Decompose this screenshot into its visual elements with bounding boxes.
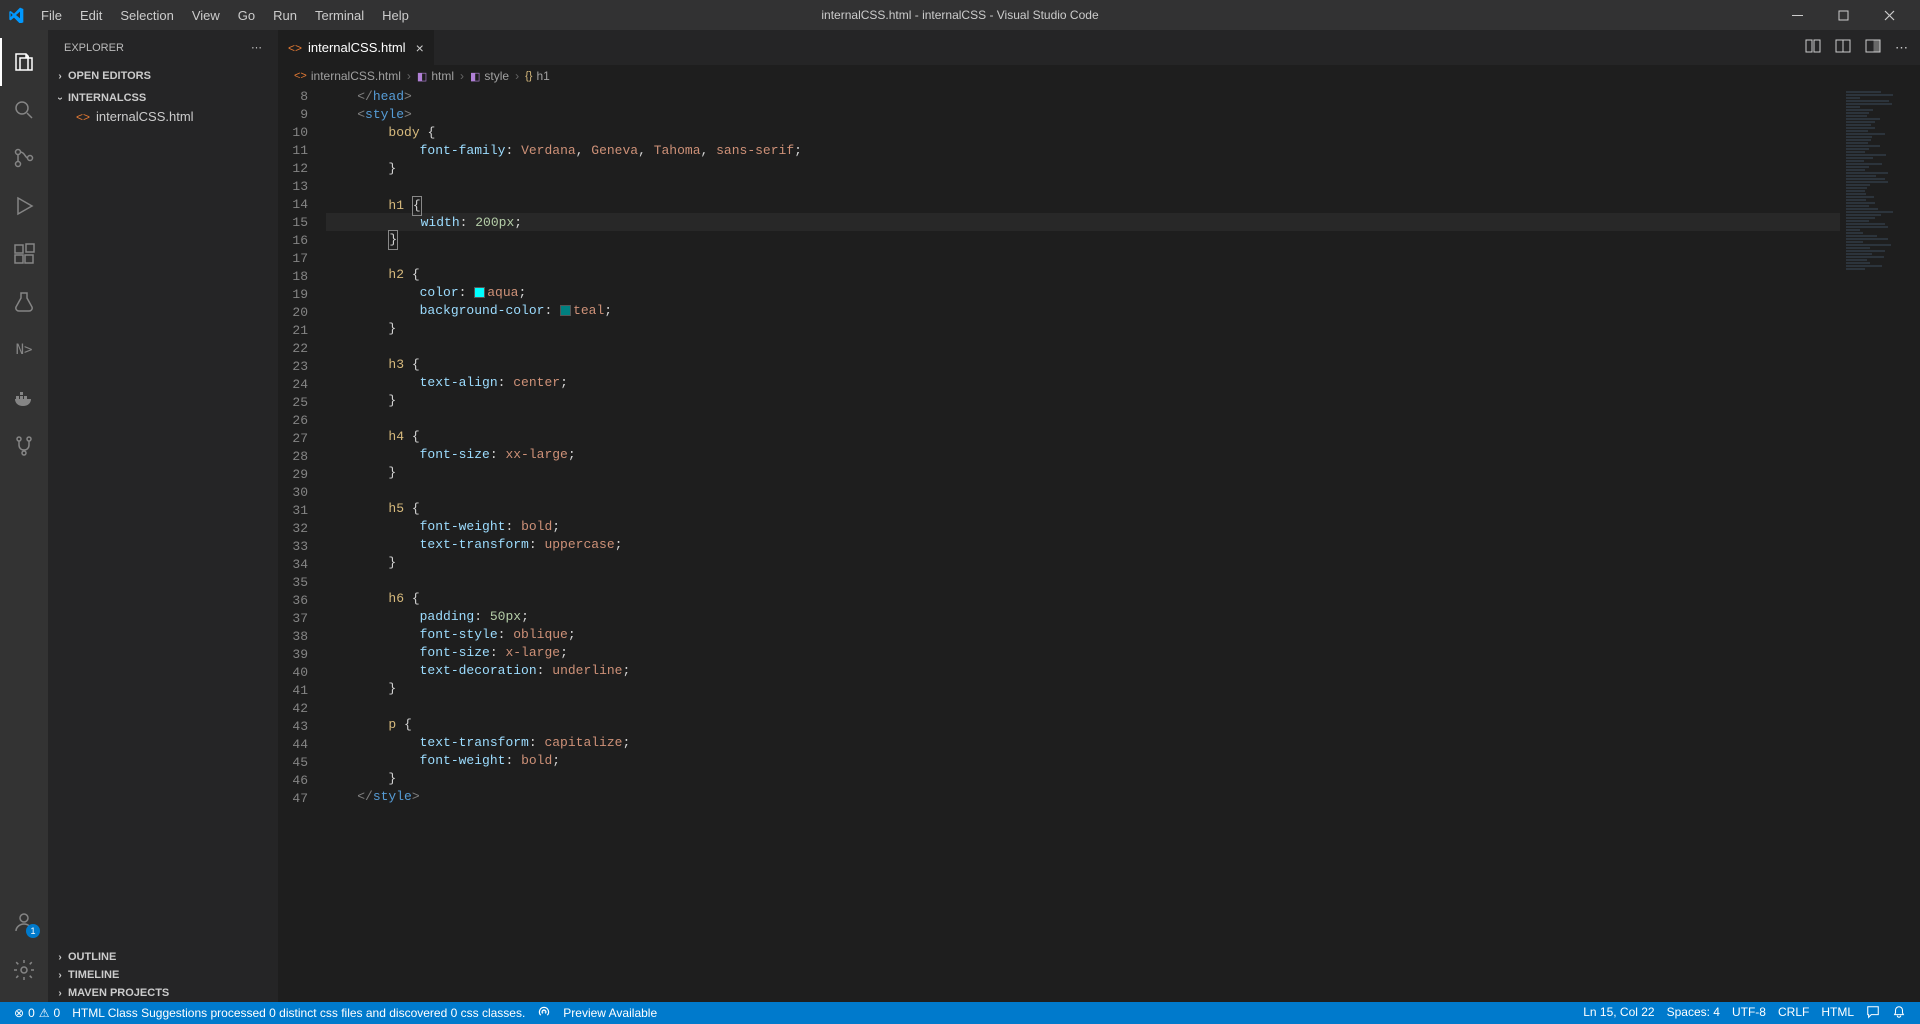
- code-area[interactable]: </head> <style> body { font-family: Verd…: [326, 87, 1840, 1002]
- sidebar: EXPLORER ⋯ › OPEN EDITORS › INTERNALCSS …: [48, 30, 278, 1002]
- chevron-right-icon: ›: [515, 69, 519, 83]
- status-language[interactable]: HTML: [1815, 1005, 1860, 1019]
- status-errors[interactable]: ⊗ 0 ⚠ 0: [8, 1002, 66, 1024]
- minimap[interactable]: [1840, 87, 1920, 1002]
- compare-icon[interactable]: [1805, 38, 1821, 57]
- activity-bar: N> 1: [0, 30, 48, 1002]
- error-icon: ⊗: [14, 1006, 24, 1020]
- menu-file[interactable]: File: [32, 4, 71, 27]
- menu-run[interactable]: Run: [264, 4, 306, 27]
- section-outline[interactable]: › OUTLINE: [48, 948, 278, 966]
- editor-area: <> internalCSS.html × ⋯ <> interna: [278, 30, 1920, 1002]
- status-spaces[interactable]: Spaces: 4: [1661, 1005, 1726, 1019]
- menu-go[interactable]: Go: [229, 4, 264, 27]
- window-controls: [1774, 0, 1912, 30]
- docker-icon[interactable]: [0, 374, 48, 422]
- source-control-icon[interactable]: [0, 134, 48, 182]
- search-icon[interactable]: [0, 86, 48, 134]
- close-icon[interactable]: ×: [416, 40, 424, 56]
- status-bar: ⊗ 0 ⚠ 0 HTML Class Suggestions processed…: [0, 1002, 1920, 1024]
- breadcrumb-item[interactable]: ◧ html: [417, 69, 454, 83]
- vscode-logo-icon: [8, 7, 24, 23]
- file-item[interactable]: <> internalCSS.html: [48, 107, 278, 126]
- breadcrumb-item[interactable]: <> internalCSS.html: [294, 69, 401, 83]
- chevron-right-icon: ›: [52, 988, 68, 999]
- settings-gear-icon[interactable]: [0, 946, 48, 994]
- chevron-right-icon: ›: [460, 69, 464, 83]
- extensions-icon[interactable]: [0, 230, 48, 278]
- chevron-down-icon: ›: [55, 90, 66, 106]
- breadcrumb-item[interactable]: {} h1: [525, 69, 550, 83]
- line-gutter: 8910111213141516171819202122232425262728…: [278, 87, 326, 1002]
- status-cursor[interactable]: Ln 15, Col 22: [1577, 1005, 1660, 1019]
- explorer-icon[interactable]: [0, 38, 48, 86]
- file-label: internalCSS.html: [96, 109, 194, 124]
- github-icon[interactable]: [0, 422, 48, 470]
- html-file-icon: <>: [76, 110, 90, 124]
- breadcrumb: <> internalCSS.html › ◧ html › ◧ style ›…: [278, 65, 1920, 87]
- window-title: internalCSS.html - internalCSS - Visual …: [821, 8, 1098, 22]
- status-suggestions[interactable]: HTML Class Suggestions processed 0 disti…: [66, 1002, 531, 1024]
- warning-icon: ⚠: [39, 1006, 50, 1020]
- menu-bar: File Edit Selection View Go Run Terminal…: [32, 4, 418, 27]
- html-file-icon: <>: [288, 41, 302, 55]
- section-maven[interactable]: › MAVEN PROJECTS: [48, 984, 278, 1002]
- menu-selection[interactable]: Selection: [111, 4, 182, 27]
- sidebar-header: EXPLORER ⋯: [48, 30, 278, 65]
- chevron-right-icon: ›: [52, 952, 68, 963]
- bell-icon: [1892, 1005, 1906, 1022]
- titlebar: File Edit Selection View Go Run Terminal…: [0, 0, 1920, 30]
- section-timeline[interactable]: › TIMELINE: [48, 966, 278, 984]
- tab[interactable]: <> internalCSS.html ×: [278, 30, 435, 65]
- maximize-button[interactable]: [1820, 0, 1866, 30]
- symbol-icon: ◧: [470, 70, 480, 83]
- tabs-row: <> internalCSS.html × ⋯: [278, 30, 1920, 65]
- more-icon[interactable]: ⋯: [251, 41, 262, 54]
- tabs-actions: ⋯: [1805, 30, 1920, 65]
- status-encoding[interactable]: UTF-8: [1726, 1005, 1772, 1019]
- menu-edit[interactable]: Edit: [71, 4, 111, 27]
- menu-terminal[interactable]: Terminal: [306, 4, 373, 27]
- menu-help[interactable]: Help: [373, 4, 418, 27]
- account-icon[interactable]: 1: [0, 898, 48, 946]
- breadcrumb-item[interactable]: ◧ style: [470, 69, 509, 83]
- status-bell[interactable]: [1886, 1005, 1912, 1022]
- preview-icon[interactable]: [1835, 38, 1851, 57]
- minimize-button[interactable]: [1774, 0, 1820, 30]
- html-file-icon: <>: [294, 70, 307, 82]
- debug-icon[interactable]: [0, 182, 48, 230]
- close-button[interactable]: [1866, 0, 1912, 30]
- status-eol[interactable]: CRLF: [1772, 1005, 1815, 1019]
- chevron-right-icon: ›: [52, 970, 68, 981]
- status-feedback[interactable]: [1860, 1005, 1886, 1022]
- tab-label: internalCSS.html: [308, 40, 406, 55]
- menu-view[interactable]: View: [183, 4, 229, 27]
- account-badge: 1: [26, 924, 40, 938]
- split-icon[interactable]: [1865, 38, 1881, 57]
- symbol-icon: ◧: [417, 70, 427, 83]
- section-project[interactable]: › INTERNALCSS: [48, 89, 278, 107]
- symbol-icon: {}: [525, 70, 532, 82]
- chevron-right-icon: ›: [407, 69, 411, 83]
- antenna-icon: [537, 1005, 551, 1022]
- nx-icon[interactable]: N>: [0, 326, 48, 374]
- feedback-icon: [1866, 1005, 1880, 1022]
- more-icon[interactable]: ⋯: [1895, 40, 1908, 56]
- test-icon[interactable]: [0, 278, 48, 326]
- sidebar-title: EXPLORER: [64, 42, 124, 54]
- editor-body[interactable]: 8910111213141516171819202122232425262728…: [278, 87, 1920, 1002]
- status-preview[interactable]: Preview Available: [557, 1002, 663, 1024]
- status-go-live[interactable]: [531, 1002, 557, 1024]
- section-open-editors[interactable]: › OPEN EDITORS: [48, 67, 278, 85]
- chevron-right-icon: ›: [52, 71, 68, 82]
